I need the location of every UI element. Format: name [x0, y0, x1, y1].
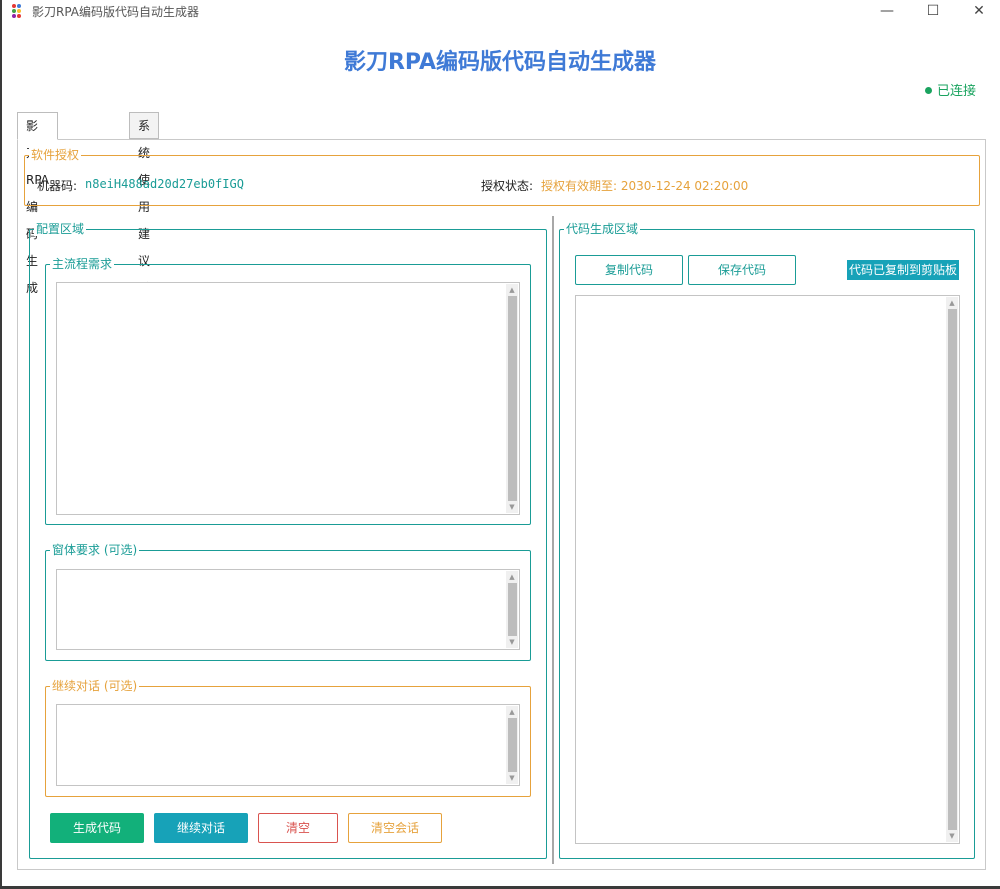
window-border-left	[0, 0, 2, 889]
main-process-legend: 主流程需求	[50, 257, 115, 271]
machine-code-label: 机器码:	[37, 179, 78, 193]
app-title: 影刀RPA编码版代码自动生成器	[343, 50, 657, 75]
window-titlebar[interactable]: 影刀RPA编码版代码自动生成器 — ☐ ✕	[2, 0, 1000, 22]
copy-code-button[interactable]: 复制代码	[575, 255, 683, 285]
license-status-value: 授权有效期至: 2030-12-24 02:20:00	[541, 179, 749, 193]
scroll-up-icon[interactable]: ▲	[506, 706, 518, 718]
clear-session-button[interactable]: 清空会话	[348, 813, 442, 843]
scroll-down-icon[interactable]: ▼	[506, 636, 518, 648]
scroll-down-icon[interactable]: ▼	[506, 501, 518, 513]
panel-divider[interactable]	[552, 216, 554, 864]
scroll-thumb[interactable]	[948, 309, 957, 830]
window-title: 影刀RPA编码版代码自动生成器	[32, 5, 200, 19]
scroll-down-icon[interactable]: ▼	[506, 772, 518, 784]
close-button[interactable]: ✕	[956, 0, 1000, 22]
tab-feedback[interactable]: 系统使用建议反馈	[129, 112, 160, 322]
copied-toast: 代码已复制到剪贴板	[847, 260, 959, 280]
tab-code-generation[interactable]: 影刀RPA编码生成	[17, 112, 59, 295]
scroll-thumb[interactable]	[508, 296, 517, 501]
window-req-scrollbar[interactable]: ▲ ▼	[506, 571, 518, 648]
connection-status-text: 已连接	[936, 84, 976, 99]
minimize-button[interactable]: —	[864, 0, 910, 22]
license-status-label: 授权状态:	[481, 179, 534, 193]
code-output-textarea[interactable]: ▲ ▼	[575, 295, 960, 844]
scroll-up-icon[interactable]: ▲	[946, 297, 958, 309]
continue-chat-button[interactable]: 继续对话	[154, 813, 248, 843]
main-process-textarea[interactable]: ▲ ▼	[56, 282, 520, 515]
main-process-scrollbar[interactable]: ▲ ▼	[506, 284, 518, 513]
save-code-button[interactable]: 保存代码	[688, 255, 796, 285]
status-dot-icon	[924, 87, 932, 94]
continue-chat-legend: 继续对话 (可选)	[50, 679, 140, 693]
generate-code-button[interactable]: 生成代码	[50, 813, 144, 843]
scroll-thumb[interactable]	[508, 583, 517, 636]
app-logo-icon	[12, 4, 26, 18]
config-legend: 配置区域	[34, 222, 87, 236]
code-legend: 代码生成区域	[564, 222, 641, 236]
scroll-up-icon[interactable]: ▲	[506, 284, 518, 296]
machine-code-value: n8eiH488ad20d27eb0fIGQ	[85, 177, 244, 191]
connection-status: 已连接	[924, 80, 976, 99]
code-output-scrollbar[interactable]: ▲ ▼	[946, 297, 958, 842]
clear-button[interactable]: 清空	[258, 813, 338, 843]
maximize-button[interactable]: ☐	[910, 0, 956, 22]
continue-chat-textarea[interactable]: ▲ ▼	[56, 704, 520, 786]
continue-chat-scrollbar[interactable]: ▲ ▼	[506, 706, 518, 784]
window-req-textarea[interactable]: ▲ ▼	[56, 569, 520, 650]
license-legend: 软件授权	[29, 148, 82, 162]
scroll-thumb[interactable]	[508, 718, 517, 772]
window-req-legend: 窗体要求 (可选)	[50, 543, 140, 557]
scroll-down-icon[interactable]: ▼	[946, 830, 958, 842]
scroll-up-icon[interactable]: ▲	[506, 571, 518, 583]
